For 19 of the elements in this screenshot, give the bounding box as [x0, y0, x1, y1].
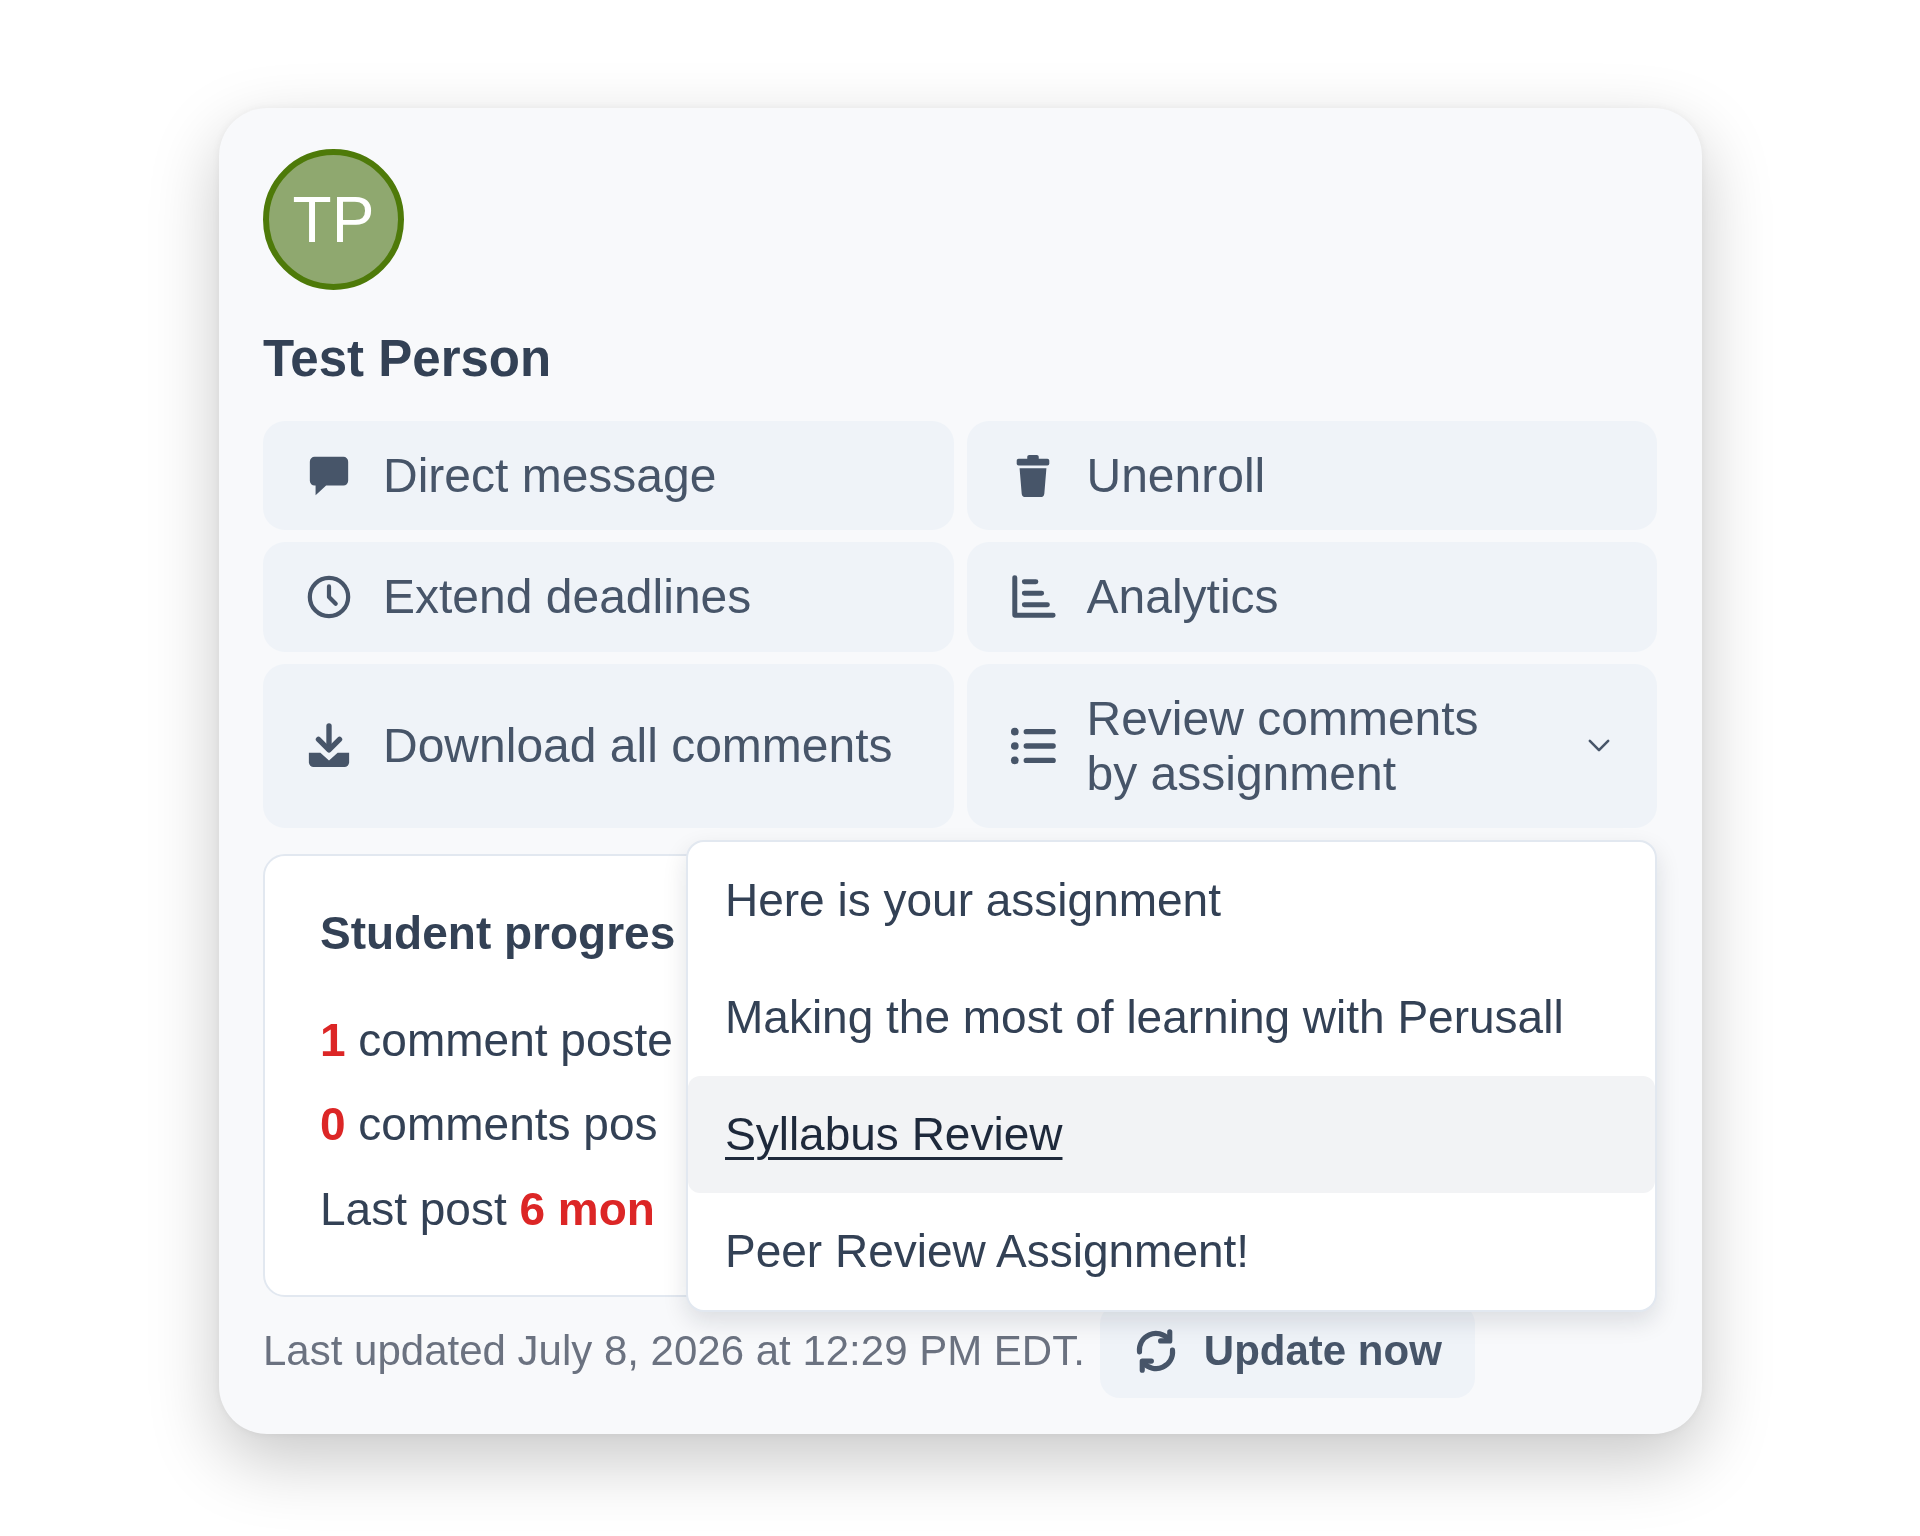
download-icon	[306, 722, 352, 769]
menu-item[interactable]: Syllabus Review	[688, 1075, 1655, 1193]
last-updated-text: Last updated July 8, 2026 at 12:29 PM EDT.	[263, 1325, 1085, 1376]
menu-item[interactable]: Making the most of learning with Perusall	[688, 958, 1655, 1076]
stat-text: 1 comment poste	[320, 1013, 673, 1069]
menu-item[interactable]: Here is your assignment	[688, 841, 1655, 959]
action-button[interactable]: Unenroll	[966, 421, 1657, 531]
action-button[interactable]: Extend deadlines	[263, 542, 954, 652]
dropdown-button[interactable]: Review comments by assignment	[966, 663, 1657, 828]
avatar: TP	[263, 149, 404, 290]
action-button[interactable]: Analytics	[966, 542, 1657, 652]
user-name: Test Person	[263, 329, 552, 389]
stat-text: 0 comments pos	[320, 1097, 658, 1153]
stat-text: Last post 6 mon	[320, 1181, 655, 1237]
bar-chart-icon	[1009, 573, 1056, 620]
section-title: Student progres	[320, 905, 676, 961]
action-button[interactable]: Direct message	[263, 421, 954, 531]
action-button[interactable]: Download all comments	[263, 663, 954, 828]
clock-icon	[306, 573, 352, 620]
